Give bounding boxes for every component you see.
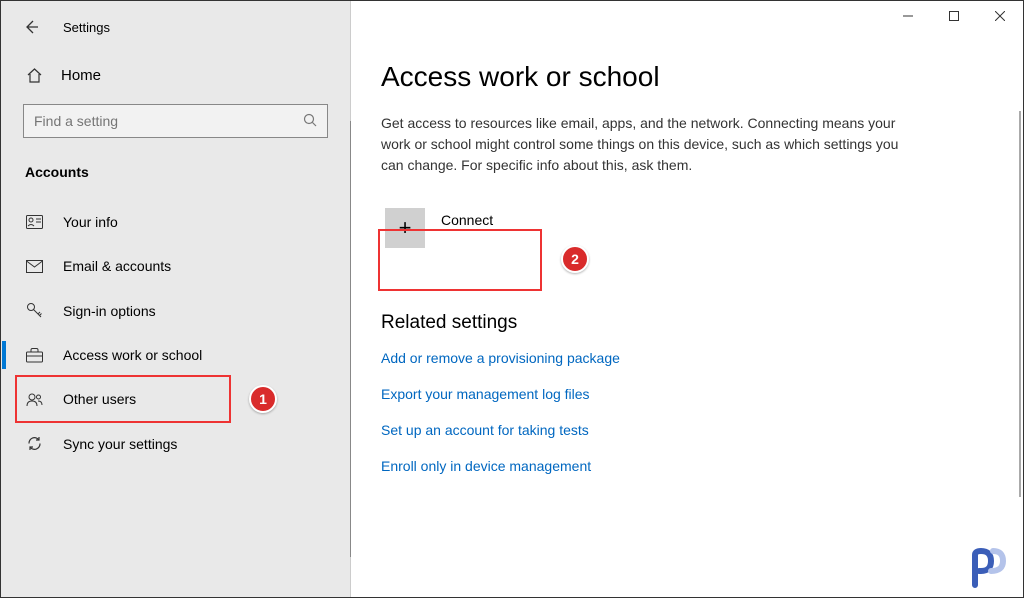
sidebar-item-label: Sync your settings bbox=[63, 436, 177, 452]
search-input[interactable] bbox=[34, 113, 303, 129]
link-export-logs[interactable]: Export your management log files bbox=[381, 386, 993, 402]
briefcase-icon bbox=[25, 348, 43, 363]
people-icon bbox=[25, 392, 43, 407]
minimize-button[interactable] bbox=[885, 1, 931, 31]
sidebar-category: Accounts bbox=[1, 156, 350, 200]
sidebar-item-other-users[interactable]: Other users bbox=[1, 377, 350, 421]
main-content: Access work or school Get access to reso… bbox=[351, 1, 1023, 597]
sidebar-item-sign-in-options[interactable]: Sign-in options bbox=[1, 288, 350, 333]
window-title: Settings bbox=[63, 20, 110, 35]
back-button[interactable] bbox=[19, 15, 43, 39]
link-account-tests[interactable]: Set up an account for taking tests bbox=[381, 422, 993, 438]
connect-button[interactable]: + Connect bbox=[381, 204, 536, 252]
sidebar-item-label: Sign-in options bbox=[63, 303, 156, 319]
watermark-logo bbox=[969, 547, 1013, 591]
sidebar-item-sync-settings[interactable]: Sync your settings bbox=[1, 421, 350, 466]
home-icon bbox=[25, 67, 43, 84]
search-icon bbox=[303, 113, 317, 130]
page-title: Access work or school bbox=[381, 61, 993, 93]
sync-icon bbox=[25, 435, 43, 452]
page-description: Get access to resources like email, apps… bbox=[381, 113, 901, 176]
email-icon bbox=[25, 260, 43, 273]
sidebar-item-label: Other users bbox=[63, 391, 136, 407]
sidebar-item-label: Your info bbox=[63, 214, 118, 230]
annotation-badge-1: 1 bbox=[249, 385, 277, 413]
main-scrollbar[interactable] bbox=[1019, 111, 1021, 497]
link-enroll-device-management[interactable]: Enroll only in device management bbox=[381, 458, 993, 474]
link-provisioning-package[interactable]: Add or remove a provisioning package bbox=[381, 350, 993, 366]
sidebar-home[interactable]: Home bbox=[1, 53, 350, 98]
sidebar-item-access-work-school[interactable]: Access work or school bbox=[1, 333, 350, 377]
home-label: Home bbox=[61, 67, 101, 84]
maximize-button[interactable] bbox=[931, 1, 977, 31]
search-input-container[interactable] bbox=[23, 104, 328, 138]
person-card-icon bbox=[25, 215, 43, 229]
sidebar: Settings Home Accounts Your info E bbox=[1, 1, 351, 597]
annotation-badge-2: 2 bbox=[561, 245, 589, 273]
sidebar-item-email-accounts[interactable]: Email & accounts bbox=[1, 244, 350, 288]
plus-icon: + bbox=[385, 208, 425, 248]
sidebar-item-label: Access work or school bbox=[63, 347, 202, 363]
sidebar-item-your-info[interactable]: Your info bbox=[1, 200, 350, 244]
close-button[interactable] bbox=[977, 1, 1023, 31]
sidebar-item-label: Email & accounts bbox=[63, 258, 171, 274]
key-icon bbox=[25, 302, 43, 319]
related-settings-title: Related settings bbox=[381, 312, 993, 334]
connect-label: Connect bbox=[441, 212, 493, 228]
